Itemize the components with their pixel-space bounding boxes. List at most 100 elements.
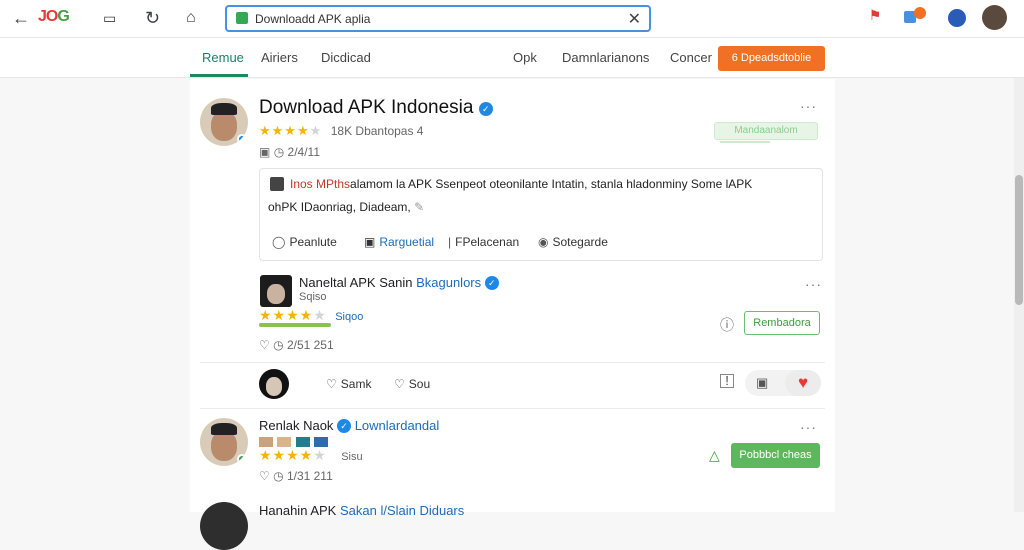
- secure-lock-icon: [236, 12, 248, 24]
- tab-home[interactable]: Remue: [202, 50, 244, 65]
- section-divider: [200, 362, 825, 363]
- comment3-name[interactable]: Hanahin APK: [259, 503, 336, 518]
- reaction-group: ▣ ♥: [745, 370, 821, 396]
- post-author-avatar[interactable]: [200, 98, 248, 146]
- tab-downloads[interactable]: Damnlarianons: [562, 50, 649, 65]
- comment2-rating-label: Sisu: [341, 451, 363, 463]
- verified-icon: ✓: [337, 419, 352, 433]
- post-meta: 2/4/11: [287, 145, 320, 159]
- comment2-rating: ★★★★★ Sisu: [259, 447, 363, 465]
- clock-icon: ◷: [273, 145, 285, 159]
- comment-label: Sotegarde: [552, 235, 608, 249]
- logo-part-b: G: [57, 8, 69, 25]
- reload-icon[interactable]: ↻: [145, 8, 160, 29]
- post-body-text1: alamom la APK Ssenpeot oteonilante Intat…: [350, 177, 753, 191]
- rating-text: 18K Dbantopas 4: [330, 124, 424, 138]
- address-bar[interactable]: Downloadd APK aplia ✕: [225, 5, 651, 32]
- app-icon: [270, 177, 284, 191]
- share-label: Rarguetial: [379, 235, 435, 249]
- comment1-header: Naneltal APK Sanin Bkagunlors ✓: [299, 275, 499, 290]
- comment1-avatar[interactable]: [260, 275, 292, 307]
- heart-outline-icon: ♡: [394, 377, 405, 391]
- chat-icon: ◉: [538, 235, 549, 249]
- comment1-meta: 2/51 251: [286, 338, 334, 352]
- alert-extension-icon[interactable]: ⚑: [864, 7, 886, 29]
- comment2-meta-row: ♡ ◷ 1/31 211: [259, 469, 333, 483]
- comment1-action-button[interactable]: Rembadora: [744, 311, 820, 335]
- comment1-rating-bar: [259, 323, 331, 327]
- share-icon: ▣: [364, 235, 376, 249]
- post-body-text2: ohPK IDaonriag, Diadeam,: [268, 200, 411, 214]
- document-icon[interactable]: !: [720, 374, 734, 388]
- more-options-icon[interactable]: ···: [800, 419, 817, 435]
- site-nav: Remue Airiers Dicdicad Opk Damnlarianons…: [0, 38, 1024, 78]
- comment3-avatar[interactable]: [200, 502, 248, 550]
- recycle-icon[interactable]: △: [709, 447, 720, 464]
- post-meta-row: ▣ ◷ 2/4/11: [259, 145, 320, 159]
- rating-stars: ★★★★★: [259, 123, 323, 138]
- post-rating-row: ★★★★★ 18K Dbantopas 4: [259, 122, 423, 140]
- relation-label: FPelacenan: [455, 235, 520, 249]
- tag-icon: [314, 437, 329, 447]
- tab-download[interactable]: Dicdicad: [321, 50, 371, 65]
- comment1-sub: Sqiso: [299, 291, 327, 303]
- comment1-meta-row: ♡ ◷ 2/51 251: [259, 338, 334, 352]
- pen-icon: ✎: [414, 200, 425, 214]
- comment1-tag[interactable]: Bkagunlors: [416, 275, 481, 290]
- scrollbar-thumb[interactable]: [1015, 175, 1023, 305]
- user-avatar-icon[interactable]: [982, 5, 1007, 30]
- save-action[interactable]: ♡ Sou: [394, 377, 430, 391]
- verified-icon: ✓: [484, 276, 499, 290]
- comment2-action-button[interactable]: Pobbbcl cheas: [731, 443, 820, 468]
- comment2-name[interactable]: Renlak Naok: [259, 418, 333, 433]
- extension-icon[interactable]: [902, 7, 926, 29]
- media-icon[interactable]: ▣: [756, 375, 768, 391]
- comment1-rating-label: Siqoo: [335, 311, 364, 323]
- tag-icon: [259, 437, 273, 447]
- tag-icon: [295, 437, 310, 447]
- reply-avatar[interactable]: [259, 369, 289, 399]
- tab-concer[interactable]: Concer: [670, 50, 712, 65]
- site-logo[interactable]: JOG: [38, 8, 70, 26]
- close-icon[interactable]: ✕: [628, 9, 641, 29]
- profile-sync-icon[interactable]: [948, 9, 966, 27]
- divider-icon: |: [448, 235, 452, 249]
- relation-action[interactable]: | FPelacenan: [448, 235, 519, 249]
- clock-icon: ◷: [273, 469, 284, 483]
- heart-outline-icon: ♡: [326, 377, 337, 391]
- clock-icon: ◷: [273, 338, 284, 352]
- back-arrow-icon[interactable]: ←: [12, 8, 30, 29]
- tag-icon: [277, 437, 292, 447]
- active-tab-indicator: [190, 74, 248, 77]
- post-status-pill[interactable]: Mandaanalom: [714, 122, 818, 140]
- home-icon[interactable]: ⌂: [186, 9, 196, 27]
- like-action[interactable]: ♡ Samk: [326, 377, 371, 391]
- save-label: Sou: [408, 377, 431, 391]
- comment2-avatar[interactable]: [200, 418, 248, 466]
- post-title[interactable]: Download APK Indonesia: [259, 97, 473, 118]
- post-body-line2: ohPK IDaonriag, Diadeam, ✎: [268, 200, 424, 214]
- comment1-name[interactable]: Naneltal APK Sanin: [299, 275, 412, 290]
- heart-outline-icon[interactable]: ♡: [259, 469, 270, 483]
- post-body-highlight[interactable]: Inos MPths: [290, 177, 350, 191]
- post-body-card: Inos MPthsalamom la APK Ssenpeot oteonil…: [259, 168, 823, 261]
- info-icon[interactable]: ⓘ: [720, 315, 734, 335]
- like-label: Samk: [340, 377, 372, 391]
- comment-action[interactable]: ◉ Sotegarde: [538, 235, 608, 249]
- rating-stars: ★★★★★: [259, 447, 327, 463]
- comment2-tag[interactable]: Lownlardandal: [355, 418, 440, 433]
- comment3-tag[interactable]: Sakan l/Slain Diduars: [340, 503, 464, 518]
- bookmark-icon[interactable]: ▭: [103, 10, 116, 27]
- more-options-icon[interactable]: ···: [800, 98, 817, 114]
- more-options-icon[interactable]: ···: [805, 276, 822, 292]
- comment3-header: Hanahin APK Sakan l/Slain Diduars: [259, 503, 464, 518]
- url-text[interactable]: Downloadd APK aplia: [255, 12, 370, 26]
- share-action[interactable]: ▣ Rarguetial: [364, 235, 434, 249]
- tab-opk[interactable]: Opk: [513, 50, 537, 65]
- heart-filled-icon[interactable]: ♥: [785, 370, 821, 396]
- reply-action[interactable]: ◯ Peanlute: [272, 235, 337, 249]
- download-cta-button[interactable]: 6 Dpeadsdtoblie: [718, 46, 825, 71]
- online-badge-icon: [237, 134, 247, 144]
- heart-outline-icon[interactable]: ♡: [259, 338, 270, 352]
- tab-airtime[interactable]: Airiers: [261, 50, 298, 65]
